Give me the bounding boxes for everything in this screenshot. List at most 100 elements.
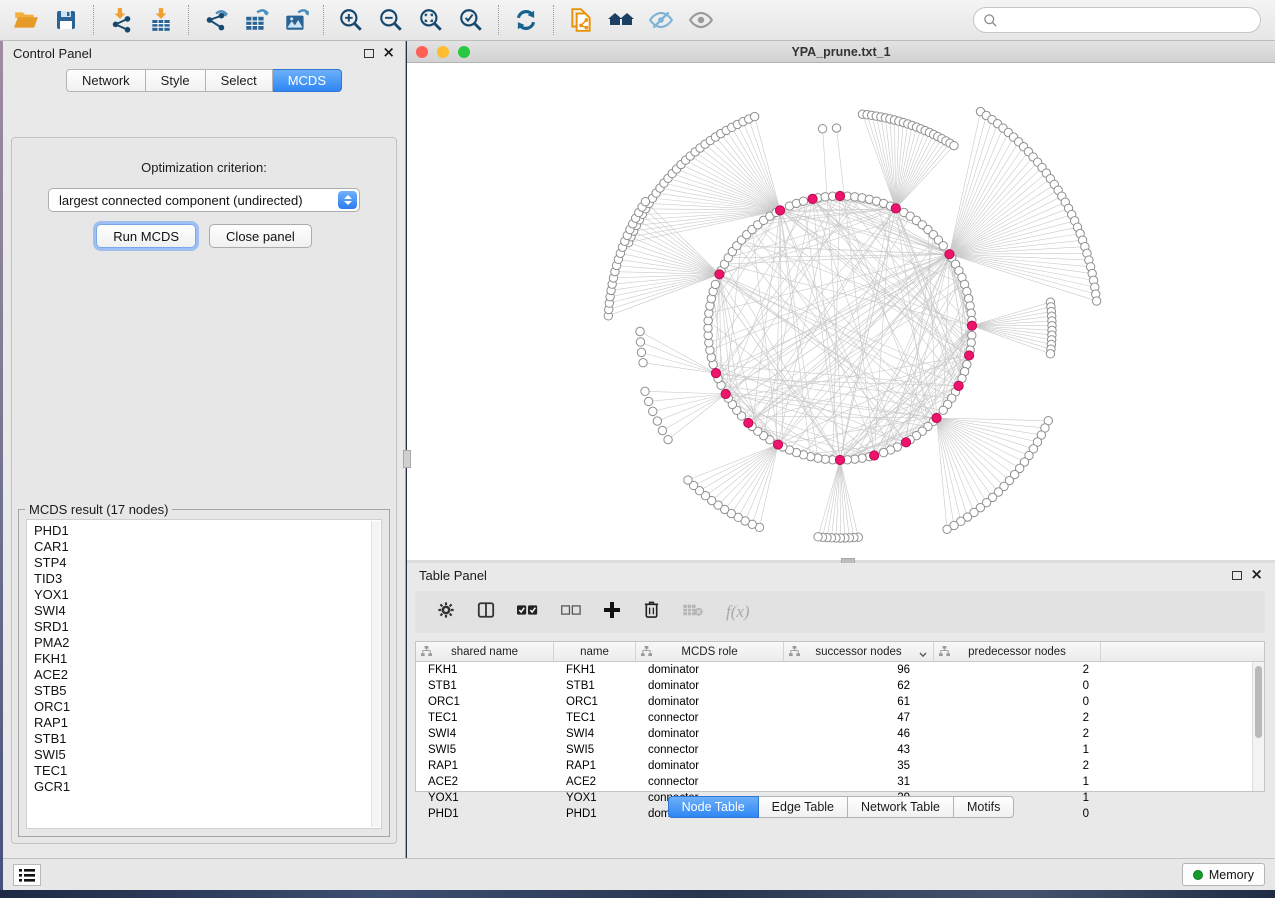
- close-table-panel-icon[interactable]: ⨯: [1250, 570, 1263, 580]
- column-header-mcds-role[interactable]: MCDS role: [636, 642, 784, 661]
- scrollbar-thumb[interactable]: [1255, 666, 1262, 738]
- export-image-icon[interactable]: [276, 3, 316, 37]
- hierarchy-icon: [789, 646, 800, 660]
- save-session-icon[interactable]: [46, 3, 86, 37]
- tab-mcds[interactable]: MCDS: [273, 69, 342, 92]
- hierarchy-icon: [939, 646, 950, 660]
- column-header-predecessor-nodes[interactable]: predecessor nodes: [934, 642, 1101, 661]
- mcds-result-item[interactable]: RAP1: [34, 715, 371, 731]
- mcds-result-item[interactable]: STB5: [34, 683, 371, 699]
- network-canvas[interactable]: [407, 63, 1275, 560]
- hide-selected-eye-icon[interactable]: [641, 3, 681, 37]
- zoom-selected-icon[interactable]: [451, 3, 491, 37]
- split-columns-icon[interactable]: [477, 601, 495, 624]
- mcds-result-item[interactable]: CAR1: [34, 539, 371, 555]
- mcds-result-item[interactable]: YOX1: [34, 587, 371, 603]
- mcds-result-item[interactable]: SWI5: [34, 747, 371, 763]
- table-row[interactable]: FKH1FKH1dominator962: [416, 662, 1252, 678]
- chevron-down-icon[interactable]: [919, 649, 927, 661]
- tab-select[interactable]: Select: [206, 69, 273, 92]
- float-table-panel-icon[interactable]: [1232, 571, 1242, 580]
- status-bar: Memory: [3, 858, 1275, 890]
- zoom-in-icon[interactable]: [331, 3, 371, 37]
- add-column-icon[interactable]: [603, 601, 621, 624]
- table-tabs: Node Table Edge Table Network Table Moti…: [407, 796, 1275, 818]
- tab-edge-table[interactable]: Edge Table: [759, 796, 848, 818]
- table-row[interactable]: STB1STB1dominator620: [416, 678, 1252, 694]
- task-history-button[interactable]: [13, 864, 41, 886]
- table-row[interactable]: SWI4SWI4dominator462: [416, 726, 1252, 742]
- zoom-fit-icon[interactable]: [411, 3, 451, 37]
- node-table: shared name name MCDS role successor nod…: [415, 641, 1265, 792]
- tab-network[interactable]: Network: [66, 69, 146, 92]
- deselect-all-icon[interactable]: [561, 603, 581, 621]
- column-header-shared-name[interactable]: shared name: [416, 642, 554, 661]
- mcds-result-item[interactable]: SRD1: [34, 619, 371, 635]
- table-row[interactable]: ACE2ACE2connector311: [416, 774, 1252, 790]
- run-mcds-button[interactable]: Run MCDS: [96, 224, 196, 248]
- memory-status-icon: [1193, 870, 1203, 880]
- mcds-result-item[interactable]: TID3: [34, 571, 371, 587]
- mcds-result-list[interactable]: PHD1 CAR1 STP4 TID3 YOX1 SWI4 SRD1 PMA2 …: [26, 519, 382, 829]
- mcds-result-item[interactable]: STB1: [34, 731, 371, 747]
- memory-button[interactable]: Memory: [1182, 863, 1265, 886]
- column-header-successor-nodes[interactable]: successor nodes: [784, 642, 934, 661]
- control-panel-title: Control Panel: [13, 46, 92, 61]
- delete-column-icon[interactable]: [643, 600, 660, 624]
- delete-table-icon[interactable]: [682, 603, 704, 622]
- column-header-filler: [1101, 642, 1264, 661]
- close-panel-icon[interactable]: ⨯: [382, 48, 395, 58]
- import-table-icon[interactable]: [141, 3, 181, 37]
- table-row[interactable]: SWI5SWI5connector431: [416, 742, 1252, 758]
- mcds-result-item[interactable]: FKH1: [34, 651, 371, 667]
- table-scrollbar[interactable]: [1252, 662, 1264, 791]
- desktop-wallpaper: [0, 890, 1275, 898]
- search-box[interactable]: [973, 7, 1261, 33]
- close-panel-button[interactable]: Close panel: [209, 224, 312, 248]
- show-all-eye-icon[interactable]: [681, 3, 721, 37]
- float-panel-icon[interactable]: [364, 49, 374, 58]
- mcds-result-item[interactable]: GCR1: [34, 779, 371, 795]
- mcds-result-item[interactable]: STP4: [34, 555, 371, 571]
- list-scrollbar[interactable]: [371, 521, 380, 827]
- hierarchy-icon: [421, 646, 432, 660]
- mcds-result-item[interactable]: TEC1: [34, 763, 371, 779]
- toolbar-separator: [93, 5, 94, 35]
- mcds-result-item[interactable]: SWI4: [34, 603, 371, 619]
- graph-edges: [608, 112, 1096, 538]
- export-network-icon[interactable]: [196, 3, 236, 37]
- new-network-from-selection-icon[interactable]: [561, 3, 601, 37]
- export-table-icon[interactable]: [236, 3, 276, 37]
- mcds-result-item[interactable]: ACE2: [34, 667, 371, 683]
- tab-motifs[interactable]: Motifs: [954, 796, 1014, 818]
- cytoscape-app: Control Panel ⨯ Network Style Select MCD…: [0, 0, 1275, 898]
- mcds-result-item[interactable]: PMA2: [34, 635, 371, 651]
- table-row[interactable]: TEC1TEC1connector472: [416, 710, 1252, 726]
- open-session-icon[interactable]: [6, 3, 46, 37]
- houses-icon[interactable]: [601, 3, 641, 37]
- table-row[interactable]: RAP1RAP1dominator352: [416, 758, 1252, 774]
- toolbar-separator: [553, 5, 554, 35]
- column-header-name[interactable]: name: [554, 642, 636, 661]
- tab-node-table[interactable]: Node Table: [668, 796, 759, 818]
- mcds-result-item[interactable]: PHD1: [34, 523, 371, 539]
- toolbar-separator: [498, 5, 499, 35]
- gear-icon[interactable]: [437, 601, 455, 624]
- refresh-icon[interactable]: [506, 3, 546, 37]
- graph-nodes[interactable]: [604, 107, 1101, 542]
- network-titlebar[interactable]: YPA_prune.txt_1: [407, 41, 1275, 63]
- network-title: YPA_prune.txt_1: [407, 45, 1275, 59]
- function-builder-icon[interactable]: f(x): [726, 602, 750, 622]
- criterion-select[interactable]: largest connected component (undirected): [48, 188, 360, 212]
- tab-style[interactable]: Style: [146, 69, 206, 92]
- tab-network-table[interactable]: Network Table: [848, 796, 954, 818]
- select-all-check-icon[interactable]: [517, 603, 539, 622]
- zoom-out-icon[interactable]: [371, 3, 411, 37]
- import-network-icon[interactable]: [101, 3, 141, 37]
- node-table-body: FKH1FKH1dominator962 STB1STB1dominator62…: [416, 662, 1252, 791]
- table-panel-title: Table Panel: [419, 568, 487, 583]
- vertical-splitter-grip[interactable]: [403, 450, 411, 468]
- mcds-result-item[interactable]: ORC1: [34, 699, 371, 715]
- table-row[interactable]: ORC1ORC1dominator610: [416, 694, 1252, 710]
- search-input[interactable]: [998, 10, 1260, 30]
